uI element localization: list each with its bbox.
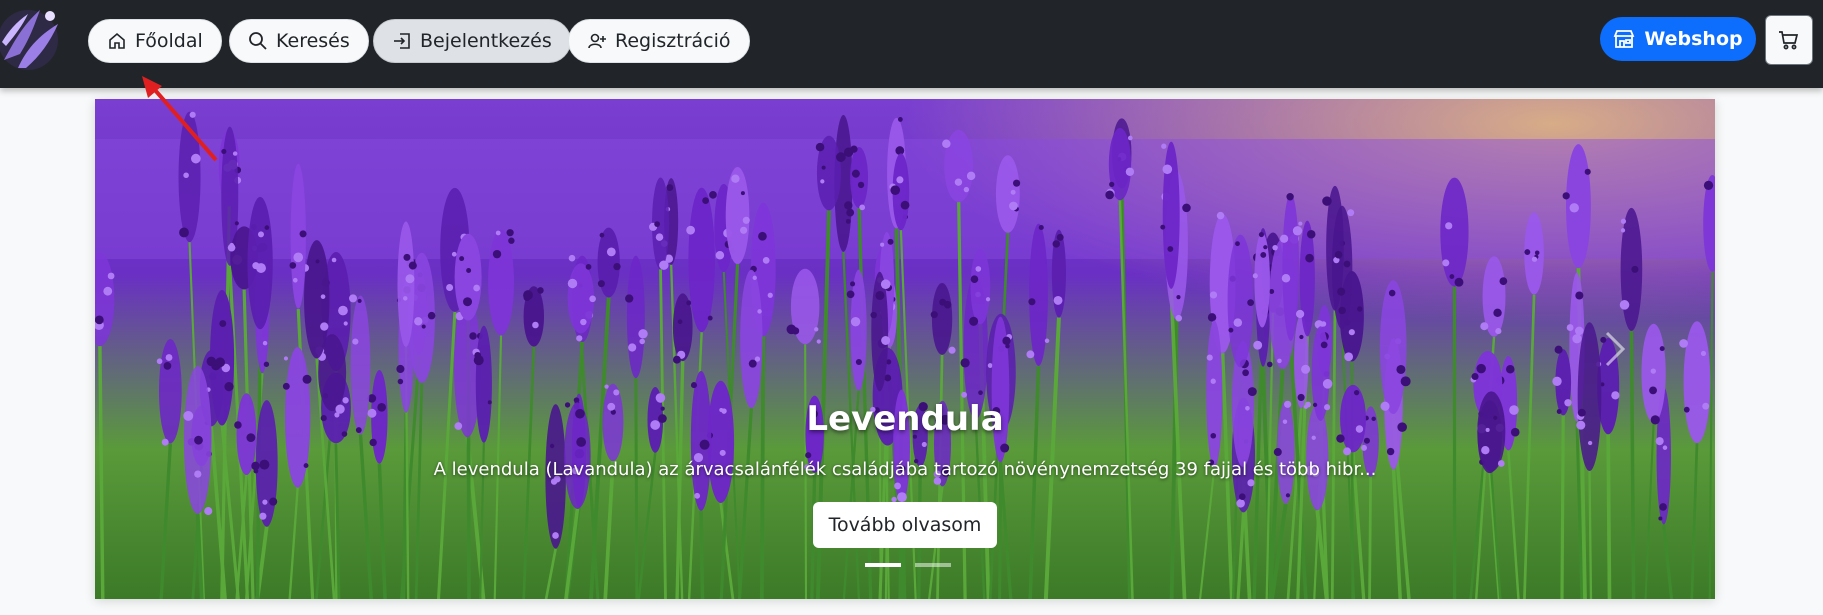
carousel-indicators [865, 563, 951, 567]
hero-carousel: Levendula A levendula (Lavandula) az árv… [95, 99, 1715, 599]
carousel-indicator-1[interactable] [865, 563, 901, 567]
nav-login-label: Bejelentkezés [420, 30, 552, 52]
nav-login-button[interactable]: Bejelentkezés [373, 19, 571, 63]
slide-description: A levendula (Lavandula) az árvacsalánfél… [433, 459, 1377, 480]
read-more-button[interactable]: Tovább olvasom [812, 502, 998, 548]
webshop-button[interactable]: Webshop [1600, 17, 1756, 61]
nav-home-label: Főoldal [135, 30, 203, 52]
nav-search-label: Keresés [276, 30, 350, 52]
person-add-icon [588, 33, 606, 49]
carousel-indicator-2[interactable] [915, 563, 951, 567]
nav-register-button[interactable]: Regisztráció [568, 19, 750, 63]
carousel-caption: Levendula A levendula (Lavandula) az árv… [95, 399, 1715, 548]
nav-register-label: Regisztráció [615, 30, 731, 52]
shop-icon [1614, 30, 1635, 48]
carousel-next-button[interactable] [1575, 309, 1655, 389]
cart-button[interactable] [1765, 15, 1813, 65]
nav-search-button[interactable]: Keresés [229, 19, 369, 63]
nav-home-button[interactable]: Főoldal [88, 19, 222, 63]
carousel-prev-button[interactable] [115, 309, 195, 389]
cart-icon [1779, 31, 1799, 50]
slide-title: Levendula [806, 399, 1004, 439]
top-navbar: Főoldal Keresés Bejelentkezés Regisztrác… [0, 0, 1823, 88]
search-icon [249, 32, 267, 50]
webshop-label: Webshop [1644, 28, 1743, 50]
home-icon [109, 32, 125, 49]
lavender-logo-icon[interactable] [0, 2, 64, 78]
chevron-right-icon [1605, 331, 1626, 367]
login-icon [394, 33, 410, 49]
